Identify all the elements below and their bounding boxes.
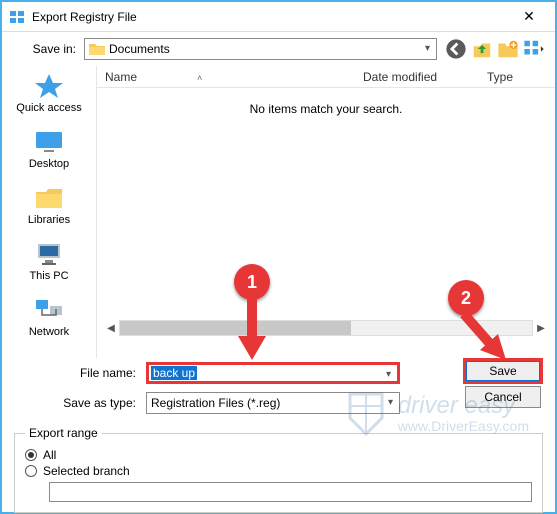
radio-all-label: All: [43, 448, 56, 462]
column-date[interactable]: Date modified: [355, 70, 479, 84]
sort-indicator-icon: ˄: [197, 73, 202, 83]
column-name[interactable]: Name˄: [97, 70, 355, 84]
sidebar-item-label: Libraries: [28, 214, 70, 226]
libraries-icon: [32, 184, 66, 212]
selected-branch-input[interactable]: [49, 482, 532, 502]
sidebar-item-label: Quick access: [16, 102, 81, 114]
sidebar-item-quick-access[interactable]: Quick access: [2, 72, 96, 114]
back-icon[interactable]: [445, 38, 467, 60]
window-title: Export Registry File: [32, 10, 507, 24]
file-name-value: back up: [151, 366, 197, 380]
horizontal-scrollbar[interactable]: ◀ ▶: [103, 320, 549, 336]
radio-icon: [25, 449, 37, 461]
sidebar-item-label: This PC: [29, 270, 68, 282]
cancel-button[interactable]: Cancel: [465, 386, 541, 408]
view-menu-icon[interactable]: [523, 38, 545, 60]
export-range-legend: Export range: [25, 426, 102, 440]
column-type[interactable]: Type: [479, 70, 555, 84]
close-icon[interactable]: ✕: [507, 3, 551, 31]
save-as-type-label: Save as type:: [12, 396, 136, 410]
chevron-down-icon: ▾: [388, 397, 393, 408]
sidebar-item-label: Network: [29, 326, 69, 338]
export-range-group: Export range All Selected branch: [14, 426, 543, 513]
save-in-dropdown[interactable]: Documents ▾: [84, 38, 437, 60]
file-list-body: No items match your search. ◀ ▶: [97, 88, 555, 336]
up-level-icon[interactable]: [471, 38, 493, 60]
sidebar-item-libraries[interactable]: Libraries: [2, 184, 96, 226]
save-in-label: Save in:: [12, 42, 76, 56]
chevron-down-icon: ▾: [386, 369, 391, 380]
sidebar-item-label: Desktop: [29, 158, 69, 170]
quick-access-icon: [32, 72, 66, 100]
save-in-row: Save in: Documents ▾: [2, 32, 555, 66]
scroll-thumb[interactable]: [120, 321, 351, 335]
new-folder-icon[interactable]: [497, 38, 519, 60]
save-in-value: Documents: [109, 42, 170, 56]
file-name-label: File name:: [12, 366, 136, 380]
empty-message: No items match your search.: [97, 88, 555, 130]
file-list: Name˄ Date modified Type No items match …: [96, 66, 555, 358]
network-icon: [32, 296, 66, 324]
nav-icons: [445, 38, 545, 60]
this-pc-icon: [32, 240, 66, 268]
radio-all[interactable]: All: [25, 448, 532, 462]
regedit-icon: [10, 9, 26, 25]
file-name-input[interactable]: back up ▾: [146, 362, 400, 384]
title-bar: Export Registry File ✕: [2, 2, 555, 32]
scroll-left-icon[interactable]: ◀: [103, 320, 119, 336]
desktop-icon: [32, 128, 66, 156]
save-button[interactable]: Save: [465, 360, 541, 382]
scroll-track[interactable]: [119, 320, 533, 336]
sidebar-item-this-pc[interactable]: This PC: [2, 240, 96, 282]
column-headers: Name˄ Date modified Type: [97, 66, 555, 88]
sidebar-item-network[interactable]: Network: [2, 296, 96, 338]
main-area: Quick access Desktop Libraries This PC N…: [2, 66, 555, 358]
scroll-right-icon[interactable]: ▶: [533, 320, 549, 336]
sidebar-item-desktop[interactable]: Desktop: [2, 128, 96, 170]
radio-icon: [25, 465, 37, 477]
places-sidebar: Quick access Desktop Libraries This PC N…: [2, 66, 96, 358]
save-as-type-dropdown[interactable]: Registration Files (*.reg) ▾: [146, 392, 400, 414]
save-as-type-value: Registration Files (*.reg): [151, 396, 280, 410]
chevron-down-icon: ▾: [425, 43, 430, 54]
form-area: File name: back up ▾ Save as type: Regis…: [2, 358, 555, 418]
folder-icon: [89, 42, 105, 56]
radio-selected-branch[interactable]: Selected branch: [25, 464, 532, 478]
radio-selected-label: Selected branch: [43, 464, 130, 478]
